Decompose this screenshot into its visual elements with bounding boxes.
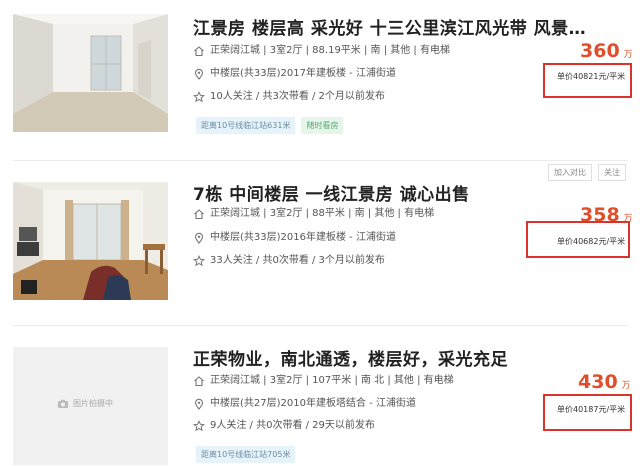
listing-3[interactable]: 图片拍摄中 正荣物业，南北通透，楼层好，采光充足 正荣阔江城 | 3室2厅 | … [0, 325, 640, 466]
star-icon [193, 91, 205, 103]
viewing-tag: 随时看房 [301, 117, 344, 134]
listing-photo-placeholder[interactable]: 图片拍摄中 [13, 347, 168, 465]
listing-1[interactable]: 江景房 楼层高 采光好 十三公里滨江风光带 风景… 正荣阔江城 | 3室2厅 |… [0, 0, 640, 160]
follow-button[interactable]: 关注 [598, 164, 626, 181]
listing-photo[interactable] [13, 182, 168, 300]
listing-2[interactable]: 加入对比 关注 7栋 中间楼层 一线江景房 诚心出售 正荣阔江城 | 3室2厅 … [0, 160, 640, 325]
listing-info: 正荣阔江城 | 3室2厅 | 88.19平米 | 南 | 其他 | 有电梯 [193, 44, 450, 58]
listing-follow: 33人关注 / 共0次带看 / 3个月以前发布 [193, 254, 385, 268]
listing-follow: 9人关注 / 共0次带看 / 29天以前发布 [193, 419, 375, 433]
listing-title[interactable]: 正荣物业，南北通透，楼层好，采光充足 [193, 345, 508, 370]
total-price: 360 万 [580, 40, 633, 62]
listing-title[interactable]: 江景房 楼层高 采光好 十三公里滨江风光带 风景… [193, 14, 586, 39]
subway-tag: 距离10号线临江站705米 [196, 446, 296, 463]
camera-icon [57, 398, 69, 410]
listing-tags: 距离10号线临江站705米 [196, 442, 301, 463]
add-compare-button[interactable]: 加入对比 [548, 164, 592, 181]
photo-pending-label: 图片拍摄中 [73, 399, 113, 408]
house-icon [193, 375, 205, 387]
star-icon [193, 255, 205, 267]
listing-title[interactable]: 7栋 中间楼层 一线江景房 诚心出售 [193, 180, 470, 205]
listing-tags: 距离10号线临江站631米 随时看房 [196, 113, 349, 134]
total-price: 430 万 [578, 371, 631, 393]
unit-price: 单价40682元/平米 [557, 237, 626, 246]
listing-floor: 中楼层(共33层)2016年建板楼 - 江浦街道 [193, 231, 396, 245]
listing-info: 正荣阔江城 | 3室2厅 | 107平米 | 南 北 | 其他 | 有电梯 [193, 374, 454, 388]
location-icon [193, 68, 205, 80]
listing-info: 正荣阔江城 | 3室2厅 | 88平米 | 南 | 其他 | 有电梯 [193, 207, 434, 221]
unit-price: 单价40187元/平米 [557, 405, 626, 414]
listing-follow: 10人关注 / 共3次带看 / 2个月以前发布 [193, 90, 385, 104]
subway-tag: 距离10号线临江站631米 [196, 117, 296, 134]
location-icon [193, 398, 205, 410]
location-icon [193, 232, 205, 244]
listing-photo[interactable] [13, 14, 168, 132]
unit-price: 单价40821元/平米 [557, 72, 626, 81]
listing-floor: 中楼层(共27层)2010年建板塔结合 - 江浦街道 [193, 397, 416, 411]
house-icon [193, 208, 205, 220]
star-icon [193, 420, 205, 432]
listing-floor: 中楼层(共33层)2017年建板楼 - 江浦街道 [193, 67, 396, 81]
house-icon [193, 45, 205, 57]
